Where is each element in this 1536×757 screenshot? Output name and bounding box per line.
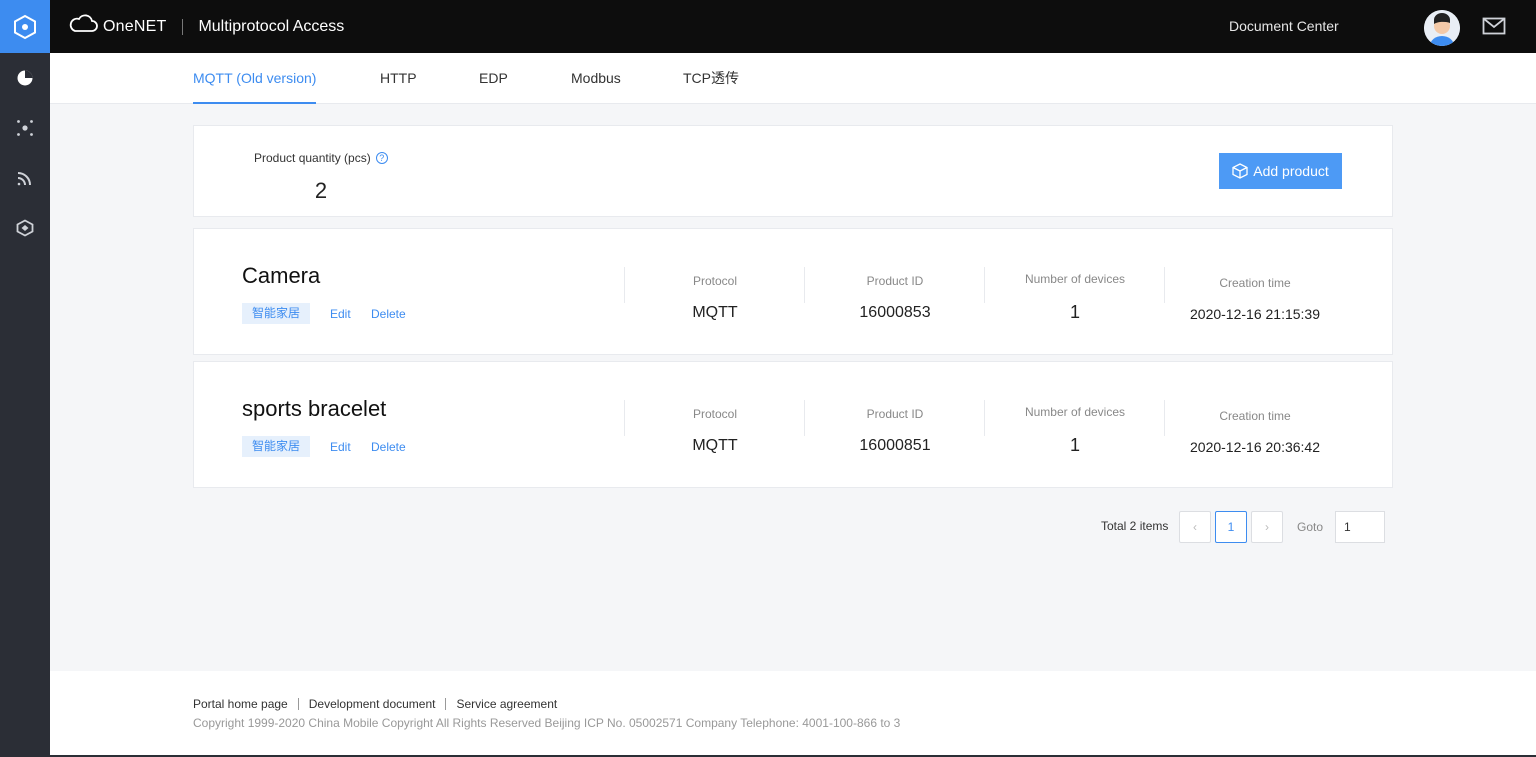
tab-modbus[interactable]: Modbus bbox=[571, 53, 621, 104]
edit-link[interactable]: Edit bbox=[330, 440, 351, 454]
add-product-label: Add product bbox=[1253, 163, 1329, 179]
development-document-link[interactable]: Development document bbox=[309, 697, 436, 711]
nodes-icon[interactable] bbox=[0, 103, 50, 153]
creation-time-label: Creation time bbox=[1219, 276, 1291, 290]
cloud-logo-icon bbox=[67, 14, 99, 39]
creation-time-column: Creation time 2020-12-16 20:36:42 bbox=[1164, 400, 1344, 455]
device-count-label: Number of devices bbox=[1024, 405, 1126, 419]
creation-time-label: Creation time bbox=[1219, 409, 1291, 423]
portal-home-link[interactable]: Portal home page bbox=[193, 697, 288, 711]
protocol-column: Protocol MQTT bbox=[624, 400, 804, 454]
protocol-label: Protocol bbox=[692, 407, 738, 421]
footer: Portal home page Development document Se… bbox=[50, 671, 1536, 757]
device-count-column: Number of devices 1 bbox=[984, 400, 1164, 455]
tab-tcp[interactable]: TCP透传 bbox=[683, 53, 739, 104]
next-page-button[interactable]: › bbox=[1251, 511, 1283, 543]
avatar[interactable] bbox=[1424, 10, 1460, 46]
product-quantity-label: Product quantity (pcs) ? bbox=[254, 151, 388, 165]
device-count-value: 1 bbox=[1069, 435, 1080, 455]
mail-icon[interactable] bbox=[1482, 17, 1506, 40]
document-center-link[interactable]: Document Center bbox=[1229, 18, 1339, 34]
protocol-column: Protocol MQTT bbox=[624, 267, 804, 321]
product-quantity-label-text: Product quantity (pcs) bbox=[254, 151, 371, 165]
delete-link[interactable]: Delete bbox=[371, 440, 406, 454]
tab-edp[interactable]: EDP bbox=[479, 53, 508, 104]
product-id-column: Product ID 16000851 bbox=[804, 400, 984, 454]
footer-divider bbox=[445, 698, 447, 710]
delete-link[interactable]: Delete bbox=[371, 307, 406, 321]
creation-time-column: Creation time 2020-12-16 21:15:39 bbox=[1164, 267, 1344, 322]
protocol-tabs: MQTT (Old version) HTTP EDP Modbus TCP透传 bbox=[50, 53, 1536, 104]
page-title: Multiprotocol Access bbox=[198, 17, 345, 35]
device-count-value: 1 bbox=[1069, 302, 1080, 322]
brand-name: OneNET bbox=[103, 17, 167, 35]
footer-links: Portal home page Development document Se… bbox=[193, 697, 557, 711]
left-icon-rail bbox=[0, 0, 50, 757]
product-id-column: Product ID 16000853 bbox=[804, 267, 984, 321]
copyright-text: Copyright 1999-2020 China Mobile Copyrig… bbox=[193, 716, 901, 730]
product-card[interactable]: Camera 智能家居 Edit Delete Protocol MQTT Pr… bbox=[193, 228, 1393, 355]
edit-link[interactable]: Edit bbox=[330, 307, 351, 321]
creation-time-value: 2020-12-16 20:36:42 bbox=[1190, 439, 1320, 455]
product-id-label: Product ID bbox=[866, 407, 924, 421]
prev-page-button[interactable]: ‹ bbox=[1179, 511, 1211, 543]
tab-http[interactable]: HTTP bbox=[380, 53, 417, 104]
hexagon-logo-icon[interactable] bbox=[0, 0, 50, 53]
top-bar: OneNET Multiprotocol Access Document Cen… bbox=[50, 0, 1536, 53]
add-product-button[interactable]: Add product bbox=[1219, 153, 1342, 189]
product-card[interactable]: sports bracelet 智能家居 Edit Delete Protoco… bbox=[193, 361, 1393, 488]
pagination-total: Total 2 items bbox=[1101, 519, 1169, 533]
product-category-tag: 智能家居 bbox=[242, 303, 311, 324]
layers-icon[interactable] bbox=[0, 203, 50, 253]
product-name: Camera bbox=[242, 263, 321, 288]
product-category-tag: 智能家居 bbox=[242, 436, 311, 457]
device-count-label: Number of devices bbox=[1024, 272, 1126, 286]
tab-mqtt[interactable]: MQTT (Old version) bbox=[193, 53, 317, 104]
service-agreement-link[interactable]: Service agreement bbox=[456, 697, 557, 711]
product-summary-card: Product quantity (pcs) ? 2 Add product bbox=[193, 125, 1393, 217]
brand[interactable]: OneNET Multiprotocol Access bbox=[67, 0, 344, 53]
product-id-value: 16000853 bbox=[859, 304, 931, 321]
help-icon[interactable]: ? bbox=[375, 152, 388, 164]
creation-time-value: 2020-12-16 21:15:39 bbox=[1190, 306, 1320, 322]
signal-icon[interactable] bbox=[0, 153, 50, 203]
goto-label: Goto bbox=[1297, 520, 1324, 534]
product-id-label: Product ID bbox=[866, 274, 924, 288]
box-icon bbox=[1232, 163, 1248, 179]
pie-chart-icon[interactable] bbox=[0, 53, 50, 103]
page-1-button[interactable]: 1 bbox=[1215, 511, 1247, 543]
product-id-value: 16000851 bbox=[859, 437, 931, 454]
protocol-value: MQTT bbox=[692, 304, 738, 321]
protocol-value: MQTT bbox=[692, 437, 738, 454]
brand-divider bbox=[182, 18, 184, 35]
protocol-label: Protocol bbox=[692, 274, 738, 288]
footer-divider bbox=[297, 698, 299, 710]
product-name: sports bracelet bbox=[242, 396, 387, 421]
goto-page-input[interactable] bbox=[1335, 511, 1385, 543]
device-count-column: Number of devices 1 bbox=[984, 267, 1164, 322]
product-quantity-value: 2 bbox=[314, 178, 328, 203]
